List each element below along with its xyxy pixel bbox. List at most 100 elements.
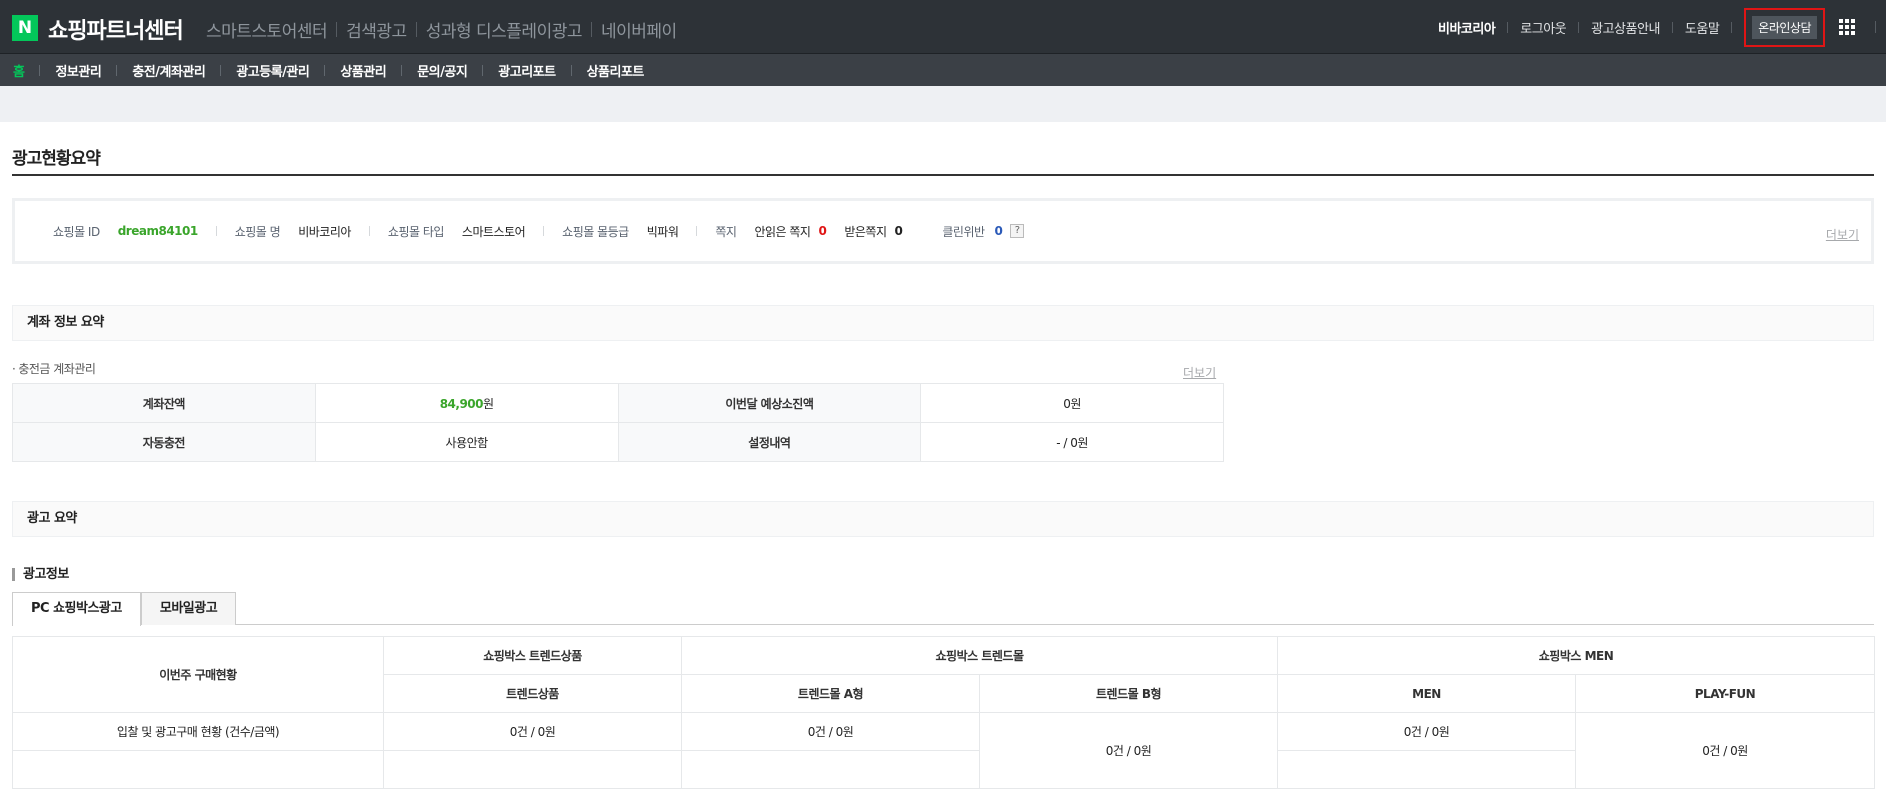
empty-cell (12, 750, 384, 789)
user-name[interactable]: 비바코리아 (1438, 18, 1496, 37)
consult-highlight: 온라인상담 (1744, 7, 1825, 47)
table-row: 계좌잔액 84,900원 이번달 예상소진액 0원 (12, 383, 1224, 423)
shop-id-value: dream84101 (117, 224, 199, 238)
auto-charge-value: 사용안함 (314, 422, 619, 462)
group-men: 쇼핑박스 MEN (1277, 636, 1875, 675)
shop-info-more-link[interactable]: 더보기 (1826, 226, 1859, 243)
expected-spend-label: 이번달 예상소진액 (617, 383, 922, 423)
menu-product-management[interactable]: 상품관리 (340, 61, 386, 80)
account-section-header: 계좌 정보 요약 (12, 305, 1874, 341)
menu-info-management[interactable]: 정보관리 (55, 61, 101, 80)
cell-trend-mall-a: 0건 / 0원 (681, 712, 980, 751)
settings-value: - / 0원 (920, 422, 1224, 462)
unread-note-count[interactable]: 0 (818, 224, 826, 238)
divider (336, 22, 338, 37)
divider (1578, 21, 1580, 33)
menu-ad-register[interactable]: 광고등록/관리 (236, 61, 310, 80)
shop-type-value: 스마트스토어 (461, 224, 526, 239)
online-consult-button[interactable]: 온라인상담 (1752, 15, 1817, 39)
received-note-label[interactable]: 받은쪽지 (844, 223, 887, 240)
divider (220, 64, 222, 76)
tab-mobile-ad[interactable]: 모바일광고 (140, 592, 237, 625)
shop-info-box: 쇼핑몰 ID dream84101 쇼핑몰 명 비바코리아 쇼핑몰 타입 스마트… (12, 198, 1874, 264)
account-summary-table: 계좌잔액 84,900원 이번달 예상소진액 0원 자동충전 사용안함 설정내역… (12, 383, 1224, 462)
shop-name-label: 쇼핑몰 명 (234, 224, 281, 239)
menu-ad-report[interactable]: 광고리포트 (498, 61, 556, 80)
divider (591, 22, 592, 37)
clean-violation-label: 클린위반 (942, 224, 985, 239)
balance-amount: 84,900 (439, 396, 484, 411)
divider (482, 64, 484, 76)
divider (1875, 21, 1876, 33)
col-trend-mall-a: 트렌드몰 A형 (681, 674, 980, 713)
divider (324, 64, 326, 76)
settings-label: 설정내역 (617, 422, 922, 462)
service-link-search-ad[interactable]: 검색광고 (346, 17, 407, 42)
clean-violation-count: 0 (994, 224, 1003, 238)
ad-tabs: PC 쇼핑박스광고 모바일광고 (12, 592, 1874, 626)
utility-nav: 비바코리아 로그아웃 광고상품안내 도움말 온라인상담 (1438, 0, 1886, 54)
help-link[interactable]: 도움말 (1685, 18, 1720, 37)
divider (696, 226, 698, 236)
expected-spend-value: 0원 (920, 383, 1224, 423)
tab-pc-shoppingbox[interactable]: PC 쇼핑박스광고 (12, 592, 141, 626)
service-links: 스마트스토어센터 검색광고 성과형 디스플레이광고 네이버페이 (206, 17, 677, 42)
col-trend-mall-b: 트렌드몰 B형 (979, 674, 1278, 713)
service-link-smartstore[interactable]: 스마트스토어센터 (206, 17, 328, 42)
shop-name-value: 비바코리아 (298, 224, 351, 239)
balance-label: 계좌잔액 (12, 383, 316, 423)
col-play-fun: PLAY-FUN (1575, 674, 1875, 713)
divider (401, 64, 403, 76)
divider (1731, 21, 1733, 33)
table-row: 입찰 및 광고구매 현황 (건수/금액) 0건 / 0원 0건 / 0원 0건 … (12, 712, 1875, 789)
empty-cell (681, 750, 980, 789)
divider (1671, 21, 1673, 33)
ad-summary-section-header: 광고 요약 (12, 501, 1874, 537)
service-link-naverpay[interactable]: 네이버페이 (601, 17, 677, 42)
balance-unit: 원 (483, 396, 494, 411)
col-trend-product: 트렌드상품 (383, 674, 682, 713)
shop-type-label: 쇼핑몰 타입 (387, 224, 445, 239)
cell-men: 0건 / 0원 (1277, 712, 1576, 751)
ad-info-title: 광고정보 (12, 568, 69, 581)
divider (116, 64, 118, 76)
logout-link[interactable]: 로그아웃 (1520, 18, 1566, 37)
account-subheading: 충전금 계좌관리 (12, 360, 96, 377)
divider (570, 64, 572, 76)
weekly-purchase-header: 이번주 구매현황 (12, 636, 384, 713)
divider (215, 226, 217, 236)
service-link-display-ad[interactable]: 성과형 디스플레이광고 (426, 17, 583, 42)
note-label: 쪽지 (715, 224, 737, 239)
table-row: 자동충전 사용안함 설정내역 - / 0원 (12, 422, 1224, 462)
title-underline (12, 174, 1874, 176)
cell-trend-product: 0건 / 0원 (383, 712, 682, 751)
menu-charge-account[interactable]: 충전/계좌관리 (132, 61, 206, 80)
menu-inquiry-notice[interactable]: 문의/공지 (417, 61, 468, 80)
empty-cell (1277, 750, 1576, 789)
auto-charge-label: 자동충전 (12, 422, 316, 462)
naver-logo-icon[interactable]: N (12, 15, 38, 41)
bid-purchase-label: 입찰 및 광고구매 현황 (건수/금액) (12, 712, 384, 751)
balance-value: 84,900원 (314, 383, 619, 423)
account-more-link[interactable]: 더보기 (1183, 364, 1216, 381)
received-note-count[interactable]: 0 (895, 224, 903, 238)
shop-grade-label: 쇼핑몰 몰등급 (562, 224, 629, 239)
divider (1507, 21, 1509, 33)
divider (415, 22, 417, 37)
group-trend-mall: 쇼핑박스 트렌드몰 (681, 636, 1278, 675)
divider (39, 64, 41, 76)
shop-id-label: 쇼핑몰 ID (53, 224, 100, 239)
ad-guide-link[interactable]: 광고상품안내 (1591, 18, 1660, 37)
divider (543, 226, 545, 236)
menu-product-report[interactable]: 상품리포트 (587, 61, 645, 80)
apps-grid-icon[interactable] (1839, 19, 1855, 35)
menu-home[interactable]: 홈 (13, 61, 25, 80)
main-menu: 홈 정보관리 충전/계좌관리 광고등록/관리 상품관리 문의/공지 광고리포트 … (0, 54, 1886, 86)
help-question-icon[interactable]: ? (1010, 224, 1025, 238)
unread-note-label[interactable]: 안읽은 쪽지 (754, 223, 811, 240)
brand-title[interactable]: 쇼핑파트너센터 (48, 13, 184, 45)
ad-summary-table: 이번주 구매현황 쇼핑박스 트렌드상품 쇼핑박스 트렌드몰 쇼핑박스 MEN 트… (12, 636, 1875, 789)
group-trend-product: 쇼핑박스 트렌드상품 (383, 636, 682, 675)
shop-grade-value: 빅파워 (646, 224, 679, 239)
divider (368, 226, 370, 236)
